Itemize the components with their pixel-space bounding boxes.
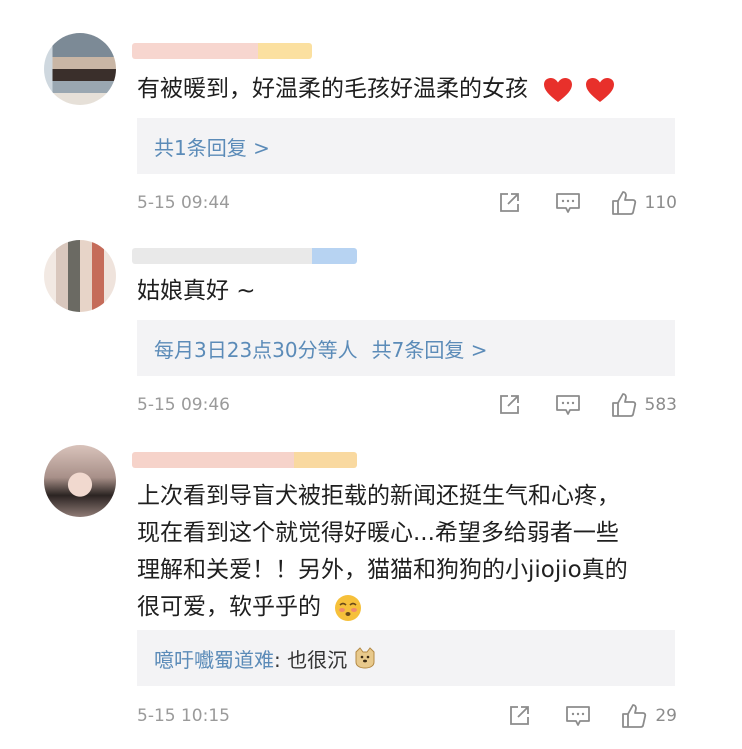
- avatar[interactable]: [44, 33, 116, 105]
- reply-text: : 也很沉: [274, 647, 348, 672]
- thumbs-up-icon: [622, 704, 647, 728]
- reply-count-link[interactable]: 共1条回复 >: [154, 132, 270, 161]
- username-blurred[interactable]: [132, 43, 312, 59]
- comment-icon: [555, 395, 580, 415]
- comment-text-line: 很可爱，软乎乎的: [137, 594, 321, 620]
- avatar[interactable]: [44, 445, 116, 517]
- reply-count-link[interactable]: 共7条回复 >: [372, 334, 488, 363]
- comment-text-line-group: 很可爱，软乎乎的: [137, 589, 628, 626]
- thumbs-up-icon: [611, 191, 636, 215]
- blush-face-emoji-icon: [335, 594, 362, 621]
- doge-emoji-icon: [355, 647, 375, 669]
- like-button[interactable]: 110: [611, 190, 677, 216]
- like-count: 29: [655, 706, 677, 726]
- share-button[interactable]: [497, 191, 521, 215]
- comment-text-line: 姑娘真好 ~: [137, 278, 256, 304]
- comment-text: 姑娘真好 ~: [137, 274, 256, 309]
- share-icon: [499, 193, 519, 212]
- comment-meta: 5-15 09:44 110: [137, 190, 677, 216]
- comment-text: 有被暖到，好温柔的毛孩好温柔的女孩: [137, 72, 615, 107]
- comment-time: 5-15 09:44: [137, 193, 230, 213]
- like-button[interactable]: 583: [611, 392, 677, 418]
- comment-meta: 5-15 10:15 29: [137, 703, 677, 729]
- thumbs-up-icon: [611, 393, 636, 417]
- reply-username-link[interactable]: 噫吁嚱蜀道难: [154, 644, 274, 673]
- share-icon: [510, 706, 530, 725]
- reply-button[interactable]: [555, 191, 581, 215]
- reply-button[interactable]: [555, 393, 581, 417]
- heart-emoji-icon: [585, 77, 614, 102]
- reply-summary-box[interactable]: 每月3日23点30分等人 共7条回复 >: [137, 320, 675, 376]
- reply-button[interactable]: [565, 704, 591, 728]
- like-count: 110: [644, 193, 677, 213]
- comment-time: 5-15 09:46: [137, 395, 230, 415]
- username-blurred[interactable]: [132, 248, 357, 264]
- comment-text-line: 理解和关爱！！另外，猫猫和狗狗的小jiojio真的: [137, 557, 628, 583]
- comment-text-line: 现在看到这个就觉得好暖心...希望多给弱者一些: [137, 520, 619, 546]
- comment-time: 5-15 10:15: [137, 706, 230, 726]
- avatar[interactable]: [44, 240, 116, 312]
- comment-text-line: 有被暖到，好温柔的毛孩好温柔的女孩: [137, 76, 528, 102]
- comment-meta: 5-15 09:46 583: [137, 392, 677, 418]
- comment-icon: [566, 706, 591, 726]
- reply-summary-box[interactable]: 共1条回复 >: [137, 118, 675, 174]
- comment-icon: [555, 193, 580, 213]
- heart-emoji-icon: [544, 77, 573, 102]
- like-button[interactable]: 29: [621, 703, 677, 729]
- username-blurred[interactable]: [132, 452, 357, 468]
- comment-text-line: 上次看到导盲犬被拒载的新闻还挺生气和心疼，: [137, 483, 620, 509]
- share-button[interactable]: [507, 704, 531, 728]
- reply-users-link[interactable]: 每月3日23点30分等人: [154, 334, 358, 363]
- reply-summary-box[interactable]: 噫吁嚱蜀道难 : 也很沉: [137, 630, 675, 686]
- share-icon: [499, 395, 519, 414]
- comment-text: 上次看到导盲犬被拒载的新闻还挺生气和心疼， 现在看到这个就觉得好暖心...希望多…: [137, 478, 628, 626]
- share-button[interactable]: [497, 393, 521, 417]
- like-count: 583: [644, 395, 677, 415]
